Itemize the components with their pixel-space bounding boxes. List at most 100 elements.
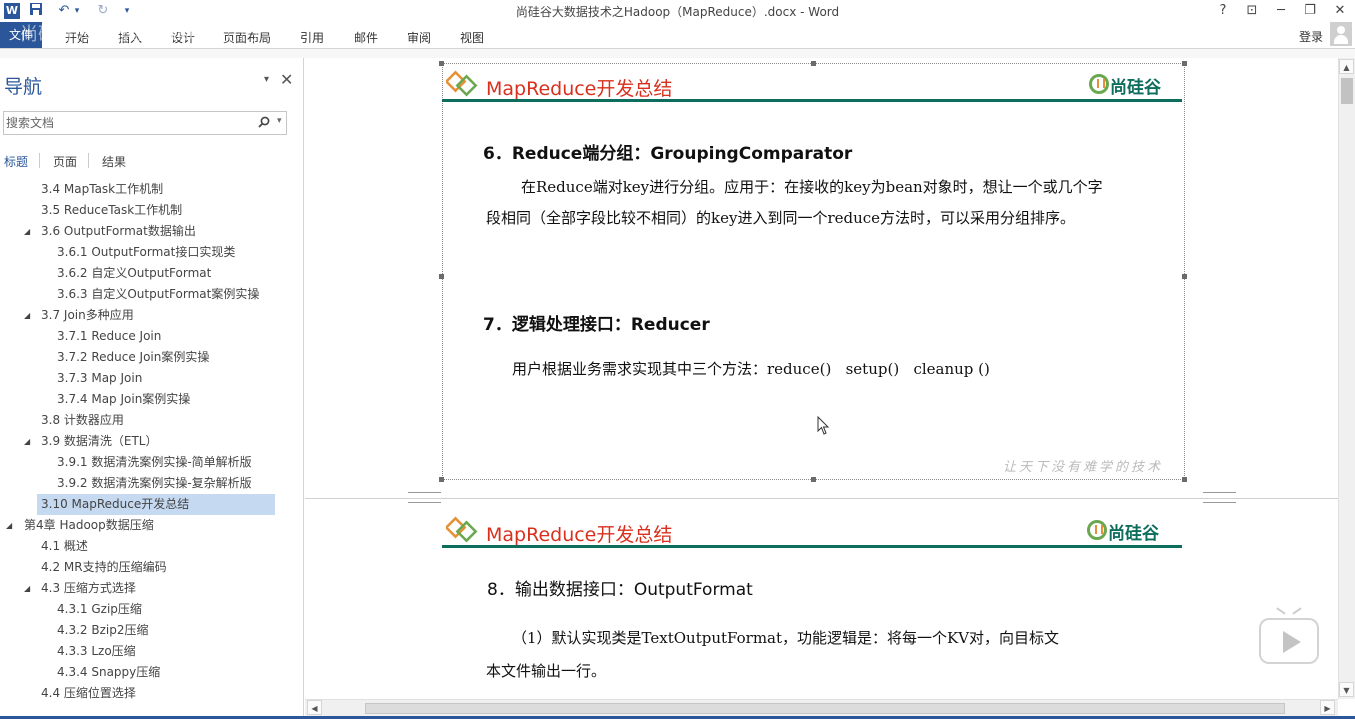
nav-heading-item[interactable]: 3.6.3 自定义OutputFormat案例实操 xyxy=(57,284,259,305)
resize-handle[interactable] xyxy=(439,477,444,482)
tab-design[interactable]: 设计 xyxy=(171,29,195,46)
brand-logo-icon xyxy=(1089,74,1109,94)
nav-heading-label: 4.3 压缩方式选择 xyxy=(41,581,136,595)
scroll-up-icon[interactable]: ▲ xyxy=(1339,59,1354,74)
mouse-cursor-icon xyxy=(817,416,830,435)
collapse-triangle-icon[interactable]: ◢ xyxy=(24,431,30,452)
scroll-down-icon[interactable]: ▼ xyxy=(1339,682,1354,697)
tab-references[interactable]: 引用 xyxy=(300,29,324,46)
avatar[interactable] xyxy=(1330,22,1352,46)
help-button[interactable]: ? xyxy=(1212,1,1234,21)
nav-heading-item[interactable]: 3.7.3 Map Join xyxy=(57,368,142,389)
nav-heading-item[interactable]: ◢ 3.9 数据清洗（ETL） xyxy=(24,431,158,452)
resize-handle[interactable] xyxy=(1182,61,1187,66)
tab-home[interactable]: 开始 xyxy=(65,29,89,46)
tab-headings[interactable]: 标题 xyxy=(4,153,28,170)
resize-handle[interactable] xyxy=(811,477,816,482)
nav-heading-item[interactable]: 4.4 压缩位置选择 xyxy=(41,683,136,704)
nav-heading-label: 3.6.2 自定义OutputFormat xyxy=(57,266,212,280)
tab-mailings[interactable]: 邮件 xyxy=(354,29,378,46)
horizontal-scroll-thumb[interactable] xyxy=(365,703,1285,714)
nav-heading-label: 3.7 Join多种应用 xyxy=(41,308,134,322)
nav-heading-label: 4.3.2 Bzip2压缩 xyxy=(57,623,149,637)
nav-heading-item[interactable]: 4.3.3 Lzo压缩 xyxy=(57,641,136,662)
sign-in-link[interactable]: 登录 xyxy=(1299,28,1323,45)
nav-heading-item[interactable]: ◢ 4.3 压缩方式选择 xyxy=(24,578,136,599)
document-area[interactable]: MapReduce开发总结 尚硅谷 6．Reduce端分组：GroupingCo… xyxy=(305,58,1338,699)
collapse-triangle-icon[interactable]: ◢ xyxy=(24,305,30,326)
slide-summary-1: MapReduce开发总结 尚硅谷 6．Reduce端分组：GroupingCo… xyxy=(439,61,1187,488)
nav-heading-item[interactable]: 3.5 ReduceTask工作机制 xyxy=(41,200,182,221)
ribbon-tab-row xyxy=(0,22,1355,48)
search-options-dropdown-icon[interactable]: ▾ xyxy=(277,116,282,126)
nav-tab-divider xyxy=(88,153,89,168)
nav-heading-item[interactable]: 3.4 MapTask工作机制 xyxy=(41,179,163,200)
ribbon-display-button[interactable]: ⊡ xyxy=(1241,1,1263,21)
nav-heading-label: 3.9.1 数据清洗案例实操-简单解析版 xyxy=(57,455,252,469)
resize-handle[interactable] xyxy=(439,61,444,66)
nav-heading-item[interactable]: 3.6.1 OutputFormat接口实现类 xyxy=(57,242,235,263)
nav-heading-item[interactable]: 3.7.4 Map Join案例实操 xyxy=(57,389,190,410)
nav-heading-label: 3.8 计数器应用 xyxy=(41,413,124,427)
nav-heading-label: 4.4 压缩位置选择 xyxy=(41,686,136,700)
brand-logo-icon xyxy=(1087,520,1107,540)
nav-heading-item[interactable]: 3.9.1 数据清洗案例实操-简单解析版 xyxy=(57,452,252,473)
nav-heading-item[interactable]: 4.1 概述 xyxy=(41,536,88,557)
scroll-left-icon[interactable]: ◀ xyxy=(307,700,322,715)
nav-heading-label: 3.5 ReduceTask工作机制 xyxy=(41,203,183,217)
nav-heading-item[interactable]: 4.2 MR支持的压缩编码 xyxy=(41,557,167,578)
banner-underline xyxy=(442,99,1182,102)
tab-insert[interactable]: 插入 xyxy=(118,29,142,46)
vertical-scrollbar[interactable]: ▲ ▼ xyxy=(1338,58,1355,699)
tab-pages[interactable]: 页面 xyxy=(53,153,77,170)
paragraph-reducer: 用户根据业务需求实现其中三个方法：reduce() setup() cleanu… xyxy=(512,360,990,378)
collapse-triangle-icon[interactable]: ◢ xyxy=(6,515,12,536)
nav-heading-item[interactable]: ◢ 3.7 Join多种应用 xyxy=(24,305,134,326)
vertical-scroll-thumb[interactable] xyxy=(1341,78,1353,104)
nav-heading-item[interactable]: 4.3.1 Gzip压缩 xyxy=(57,599,142,620)
tab-view[interactable]: 视图 xyxy=(460,29,484,46)
nav-heading-item[interactable]: 4.3.2 Bzip2压缩 xyxy=(57,620,148,641)
scroll-right-icon[interactable]: ▶ xyxy=(1320,700,1335,715)
horizontal-scrollbar[interactable]: ◀ ▶ xyxy=(305,699,1338,716)
nav-heading-label: 3.7.3 Map Join xyxy=(57,371,143,385)
tab-file[interactable]: 文件 xyxy=(0,22,42,48)
slide-banner: MapReduce开发总结 尚硅谷 xyxy=(442,68,1186,102)
resize-handle[interactable] xyxy=(1182,477,1187,482)
slide-summary-2: MapReduce开发总结 尚硅谷 8．输出数据接口：OutputFormat … xyxy=(442,514,1186,699)
collapse-triangle-icon[interactable]: ◢ xyxy=(24,221,30,242)
nav-tab-divider xyxy=(39,153,40,168)
resize-handle[interactable] xyxy=(1182,274,1187,279)
close-button[interactable]: ✕ xyxy=(1329,1,1351,21)
tab-results[interactable]: 结果 xyxy=(102,153,126,170)
nav-heading-item[interactable]: 3.6.2 自定义OutputFormat xyxy=(57,263,211,284)
search-input[interactable] xyxy=(4,112,234,134)
image-selection-frame xyxy=(442,63,1185,480)
nav-heading-item[interactable]: ◢ 3.6 OutputFormat数据输出 xyxy=(24,221,196,242)
resize-handle[interactable] xyxy=(811,61,816,66)
minimize-button[interactable]: ─ xyxy=(1270,1,1292,21)
collapse-triangle-icon[interactable]: ◢ xyxy=(24,578,30,599)
search-icon[interactable] xyxy=(258,116,270,128)
nav-heading-item[interactable]: 3.8 计数器应用 xyxy=(41,410,124,431)
nav-heading-label: 3.10 MapReduce开发总结 xyxy=(41,497,190,511)
banner-title: MapReduce开发总结 xyxy=(486,78,673,100)
nav-heading-label: 4.2 MR支持的压缩编码 xyxy=(41,560,167,574)
nav-heading-item[interactable]: 3.9.2 数据清洗案例实操-复杂解析版 xyxy=(57,473,252,494)
nav-close-icon[interactable]: ✕ xyxy=(280,70,293,89)
video-play-icon[interactable] xyxy=(1259,618,1319,664)
paragraph-grouping-line2: 段相同（全部字段比较不相同）的key进入到同一个reduce方法时，可以采用分组… xyxy=(486,209,1076,227)
tab-page-layout[interactable]: 页面布局 xyxy=(223,29,271,46)
nav-heading-item[interactable]: 3.10 MapReduce开发总结 xyxy=(37,494,275,515)
nav-heading-item[interactable]: 4.3.4 Snappy压缩 xyxy=(57,662,160,683)
nav-options-dropdown-icon[interactable]: ▾ xyxy=(264,74,269,85)
window-title: 尚硅谷大数据技术之Hadoop（MapReduce）.docx - Word xyxy=(515,5,840,19)
nav-heading-label: 第4章 Hadoop数据压缩 xyxy=(24,518,154,532)
nav-heading-item[interactable]: ◢ 第4章 Hadoop数据压缩 xyxy=(6,515,154,536)
tab-review[interactable]: 审阅 xyxy=(407,29,431,46)
nav-heading-item[interactable]: 3.7.2 Reduce Join案例实操 xyxy=(57,347,209,368)
nav-heading-label: 4.1 概述 xyxy=(41,539,88,553)
restore-button[interactable]: ❐ xyxy=(1299,1,1321,21)
resize-handle[interactable] xyxy=(439,274,444,279)
nav-heading-item[interactable]: 3.7.1 Reduce Join xyxy=(57,326,161,347)
